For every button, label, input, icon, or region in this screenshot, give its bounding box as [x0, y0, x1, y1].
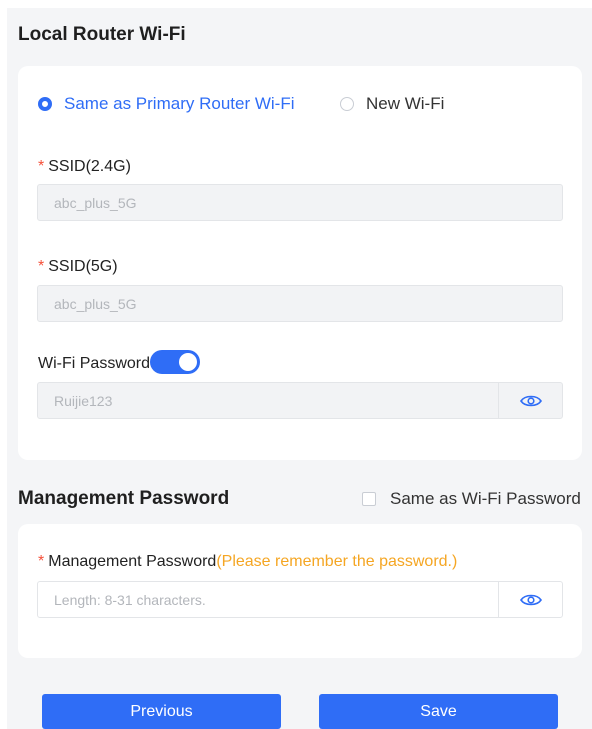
wifi-password-input[interactable]: Ruijie123 [37, 382, 499, 419]
ssid-5-input[interactable]: abc_plus_5G [37, 285, 563, 322]
ssid-24-label: * SSID(2.4G) [38, 158, 131, 176]
toggle-knob [179, 353, 198, 371]
radio-new-label: New Wi-Fi [366, 94, 445, 113]
ssid-5-label: * SSID(5G) [38, 258, 118, 276]
required-mark: * [38, 158, 45, 175]
same-as-wifi-label: Same as Wi-Fi Password [390, 489, 581, 508]
wifi-password-value: Ruijie123 [54, 392, 113, 409]
wifi-password-toggle[interactable] [150, 350, 201, 374]
local-router-wifi-title: Local Router Wi-Fi [18, 24, 186, 45]
checkbox-unchecked-icon [362, 492, 376, 506]
radio-checked-icon [38, 97, 52, 111]
radio-same-label: Same as Primary Router Wi-Fi [64, 94, 295, 113]
management-password-input[interactable]: Length: 8-31 characters. [37, 581, 499, 618]
eye-icon [519, 594, 542, 605]
ssid-5-label-text: SSID(5G) [48, 258, 118, 275]
same-as-wifi-checkbox[interactable]: Same as Wi-Fi Password [362, 489, 581, 509]
management-password-title: Management Password [18, 488, 230, 509]
wifi-password-eye-button[interactable] [498, 382, 563, 419]
ssid-24-label-text: SSID(2.4G) [48, 158, 131, 175]
ssid-5-value: abc_plus_5G [54, 295, 137, 312]
required-mark: * [38, 553, 45, 570]
radio-new-wifi[interactable]: New Wi-Fi [340, 94, 444, 114]
required-mark: * [38, 258, 45, 275]
management-password-placeholder: Length: 8-31 characters. [54, 591, 206, 608]
eye-icon [519, 395, 542, 406]
previous-button[interactable]: Previous [42, 694, 281, 729]
management-password-eye-button[interactable] [498, 581, 563, 618]
ssid-24-input[interactable]: abc_plus_5G [37, 184, 563, 221]
radio-unchecked-icon [340, 97, 354, 111]
wifi-password-label: Wi-Fi Password [38, 350, 201, 376]
save-button[interactable]: Save [319, 694, 558, 729]
radio-same-as-primary[interactable]: Same as Primary Router Wi-Fi [38, 94, 294, 114]
management-password-label-text: Management Password [48, 553, 217, 570]
wifi-password-label-text: Wi-Fi Password [38, 355, 151, 372]
ssid-24-value: abc_plus_5G [54, 194, 137, 211]
management-password-label: * Management Password (Please remember t… [38, 553, 457, 571]
management-password-hint: (Please remember the password.) [216, 553, 458, 570]
